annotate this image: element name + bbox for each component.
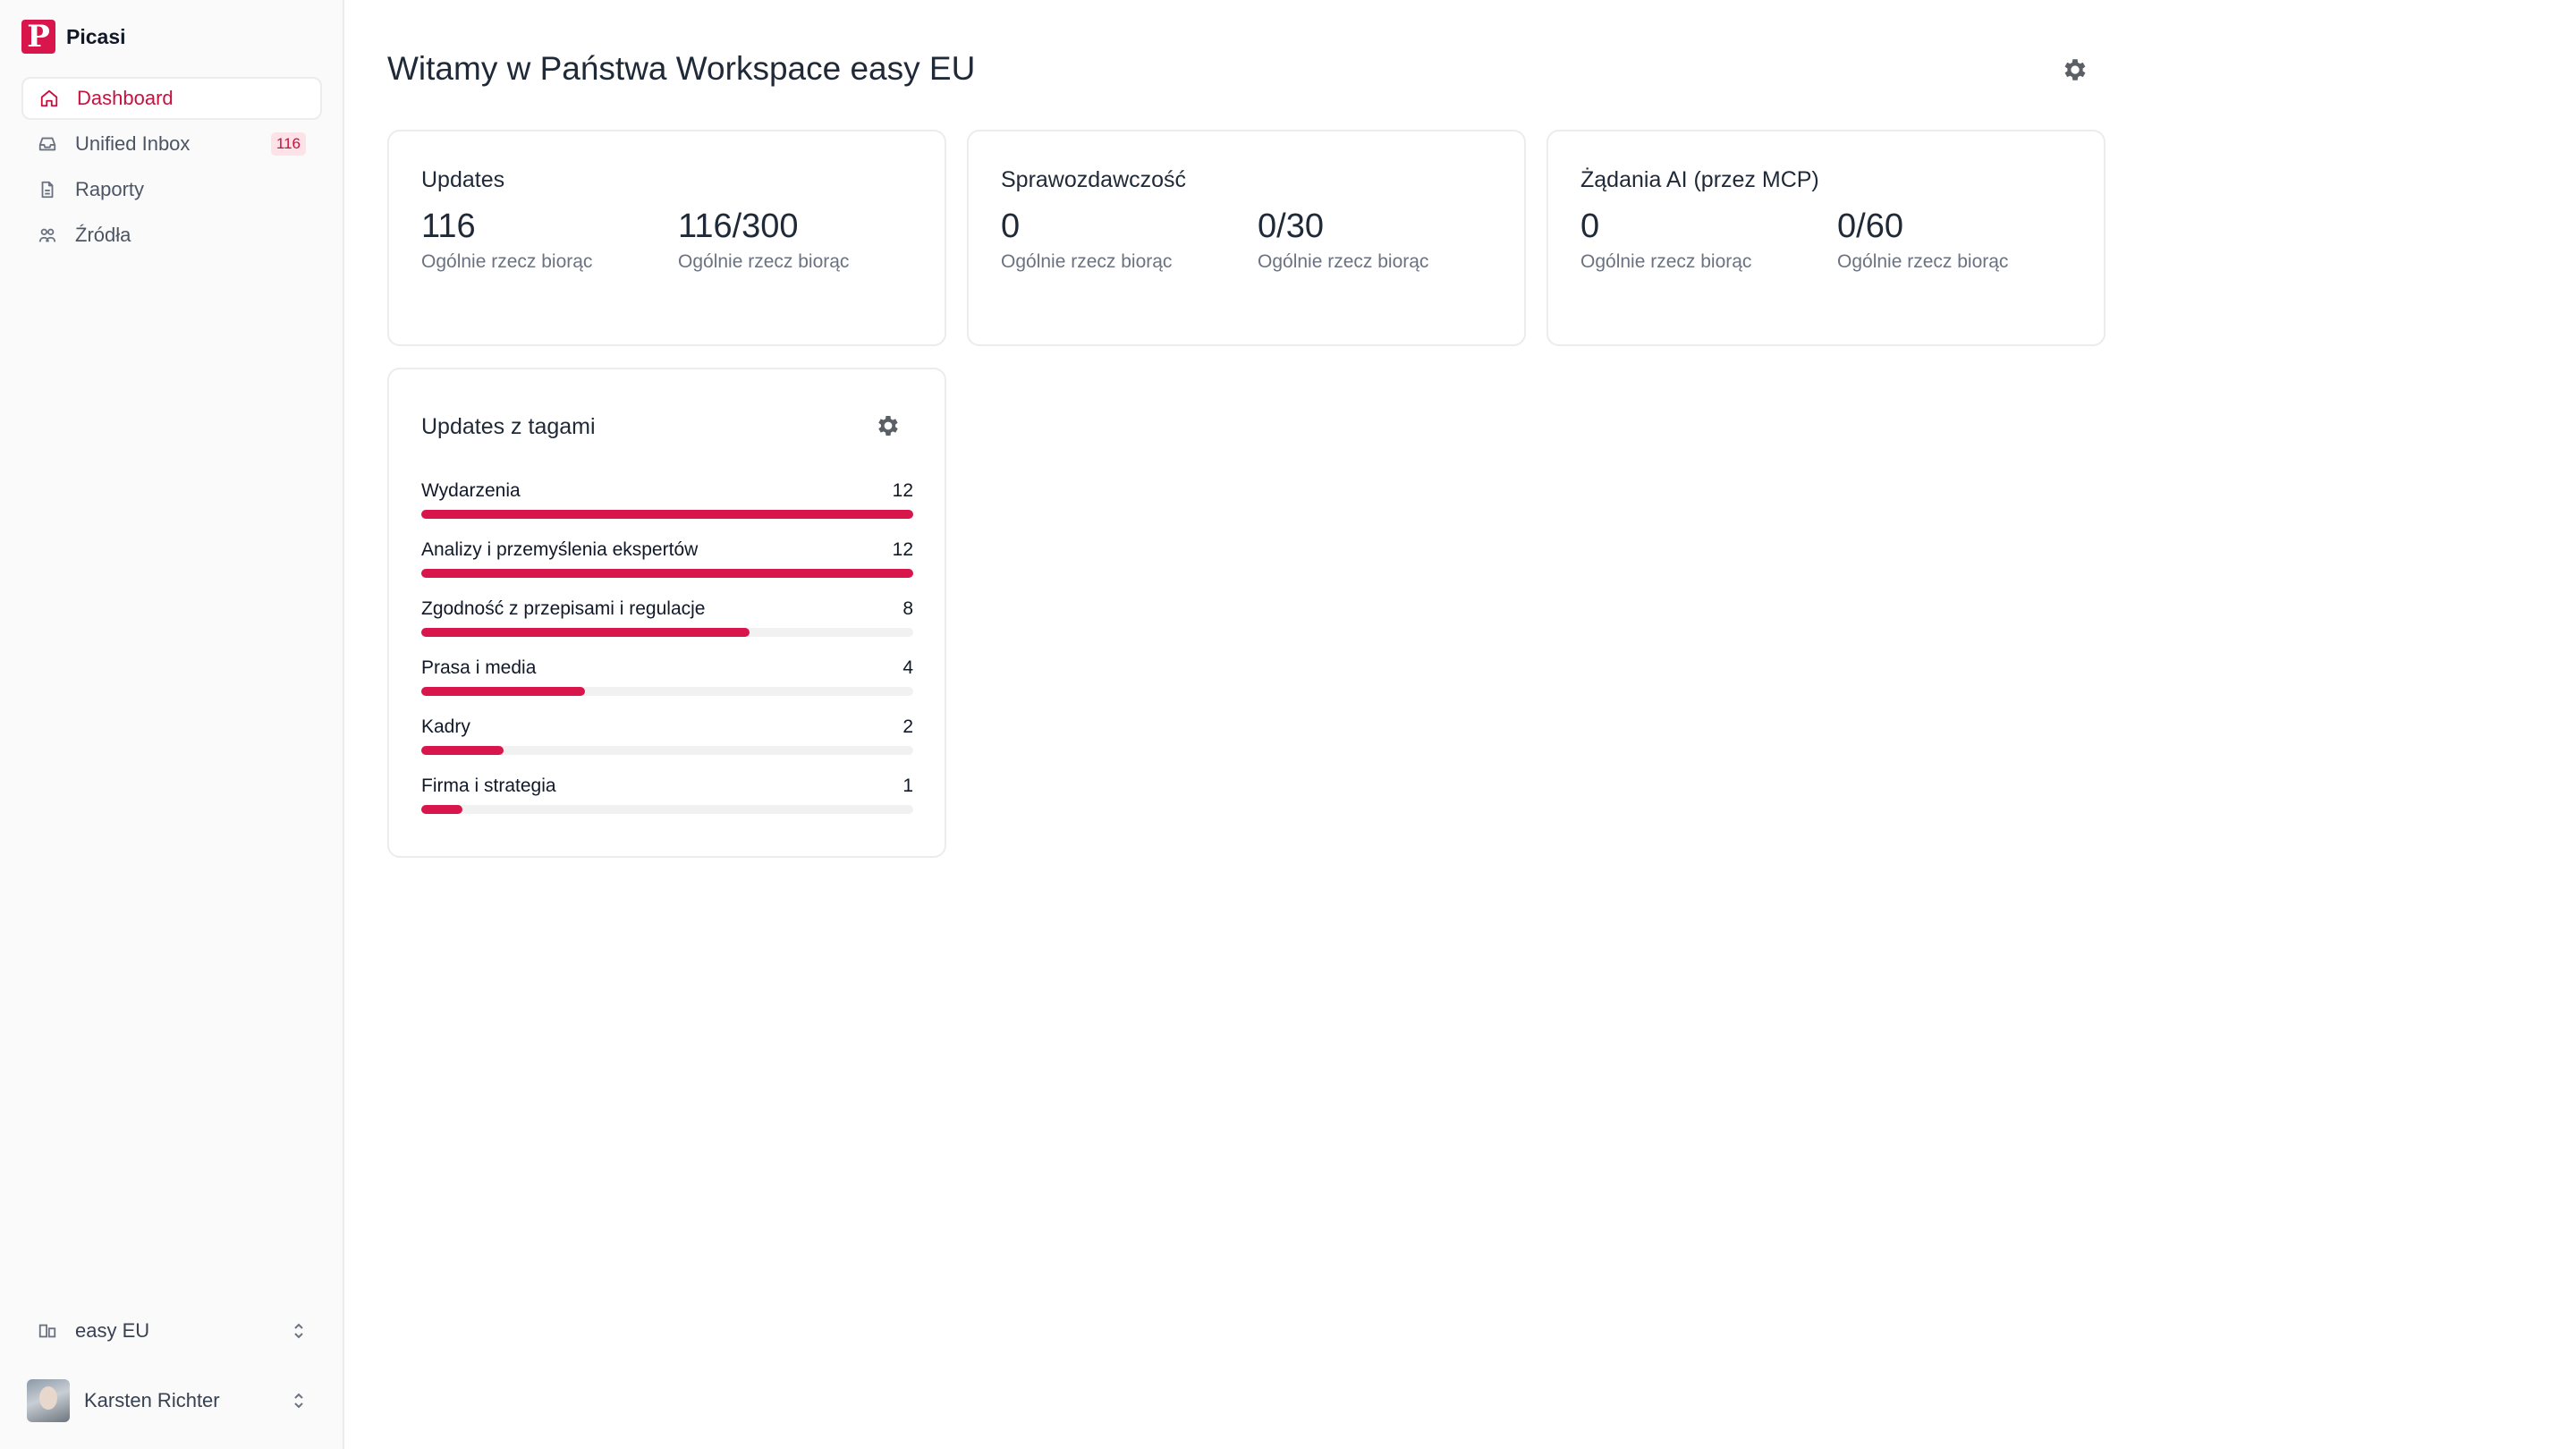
metric-label: Ogólnie rzecz biorąc [1001,250,1173,272]
tag-progress-fill [421,628,750,637]
tag-label: Wydarzenia [421,480,521,501]
workspace-switcher[interactable]: easy EU [21,1309,322,1352]
tag-label: Prasa i media [421,657,537,678]
file-icon [38,180,57,199]
metric-value: 0 [1580,208,1600,245]
tag-progress-fill [421,805,462,814]
tag-count: 8 [902,598,913,619]
page-title: Witamy w Państwa Workspace easy EU [387,50,976,87]
chevron-updown-icon [294,1393,303,1409]
metric-label: Ogólnie rzecz biorąc [1837,250,2009,272]
sidebar: P Picasi Dashboard Unified Inbox 116 Rap… [0,0,344,1449]
tag-label: Firma i strategia [421,775,556,796]
card-updates: Updates 116 Ogólnie rzecz biorąc 116/300… [387,130,946,346]
card-title: Updates z tagami [421,414,596,439]
tag-row[interactable]: Prasa i media 4 [421,657,913,716]
tag-row[interactable]: Analizy i przemyślenia ekspertów 12 [421,539,913,598]
metric-label: Ogólnie rzecz biorąc [1580,250,1752,272]
metric-value: 0/30 [1258,208,1324,245]
tag-label: Kadry [421,716,470,737]
avatar [27,1379,70,1422]
tag-row[interactable]: Kadry 2 [421,716,913,775]
metric-value: 116 [421,208,476,245]
chevron-updown-icon [294,1323,303,1339]
tag-row[interactable]: Zgodność z przepisami i regulacje 8 [421,598,913,657]
brand[interactable]: P Picasi [21,20,126,54]
tag-progress-track [421,569,913,578]
metric-value: 0 [1001,208,1021,245]
tag-count: 12 [892,539,913,560]
metric-label: Ogólnie rzecz biorąc [678,250,850,272]
tag-list: Wydarzenia 12 Analizy i przemyślenia eks… [421,480,913,835]
workspace-icon [38,1321,57,1341]
tag-progress-fill [421,569,913,578]
tag-progress-track [421,628,913,637]
metric-total: 116 Ogólnie rzecz biorąc [421,208,592,273]
metric-label: Ogólnie rzecz biorąc [1258,250,1429,272]
tag-count: 4 [902,657,913,678]
card-sprawozdawczosc: Sprawozdawczość 0 Ogólnie rzecz biorąc 0… [967,130,1526,346]
tag-count: 12 [892,480,913,501]
tag-progress-track [421,687,913,696]
card-title: Sprawozdawczość [1001,167,1187,192]
sources-icon [38,225,57,245]
metric-value: 0/60 [1837,208,1903,245]
sidebar-item-label: Unified Inbox [75,132,191,155]
card-zadania-ai: Żądania AI (przez MCP) 0 Ogólnie rzecz b… [1546,130,2106,346]
metric-value: 116/300 [678,208,799,245]
metric-quota: 0/30 Ogólnie rzecz biorąc [1258,208,1428,273]
metric-quota: 116/300 Ogólnie rzecz biorąc [678,208,849,273]
tag-progress-fill [421,687,586,696]
tag-progress-track [421,510,913,519]
sidebar-item-dashboard[interactable]: Dashboard [21,77,322,120]
tag-row[interactable]: Firma i strategia 1 [421,775,913,835]
tag-label: Zgodność z przepisami i regulacje [421,598,706,619]
tag-progress-track [421,746,913,755]
tag-progress-fill [421,746,504,755]
inbox-count-badge: 116 [270,132,306,156]
brand-name: Picasi [66,24,126,48]
workspace-name: easy EU [75,1319,150,1342]
sidebar-item-label: Dashboard [77,87,174,109]
sidebar-item-label: Raporty [75,178,145,200]
user-name: Karsten Richter [84,1389,220,1411]
card-updates-tags: Updates z tagami Wydarzenia 12 Analizy i… [387,368,946,858]
tag-progress-fill [421,510,913,519]
sidebar-item-raporty[interactable]: Raporty [21,168,322,211]
tag-count: 2 [902,716,913,737]
metric-label: Ogólnie rzecz biorąc [421,250,593,272]
home-icon [39,89,59,108]
tag-row[interactable]: Wydarzenia 12 [421,480,913,539]
sidebar-item-unified-inbox[interactable]: Unified Inbox 116 [21,123,322,165]
brand-logo: P [21,20,55,54]
sidebar-item-zrodla[interactable]: Źródła [21,214,322,257]
metric-total: 0 Ogólnie rzecz biorąc [1001,208,1172,273]
metric-quota: 0/60 Ogólnie rzecz biorąc [1837,208,2008,273]
card-title: Updates [421,167,505,192]
metric-total: 0 Ogólnie rzecz biorąc [1580,208,1751,273]
settings-gear-icon[interactable] [875,412,902,439]
user-menu[interactable]: Karsten Richter [21,1376,322,1426]
sidebar-nav: Dashboard Unified Inbox 116 Raporty Źród… [21,77,322,259]
tag-progress-track [421,805,913,814]
settings-gear-icon[interactable] [2061,55,2089,84]
card-title: Żądania AI (przez MCP) [1580,167,1819,192]
inbox-icon [38,134,57,154]
tag-label: Analizy i przemyślenia ekspertów [421,539,699,560]
tag-count: 1 [902,775,913,796]
sidebar-item-label: Źródła [75,224,131,246]
